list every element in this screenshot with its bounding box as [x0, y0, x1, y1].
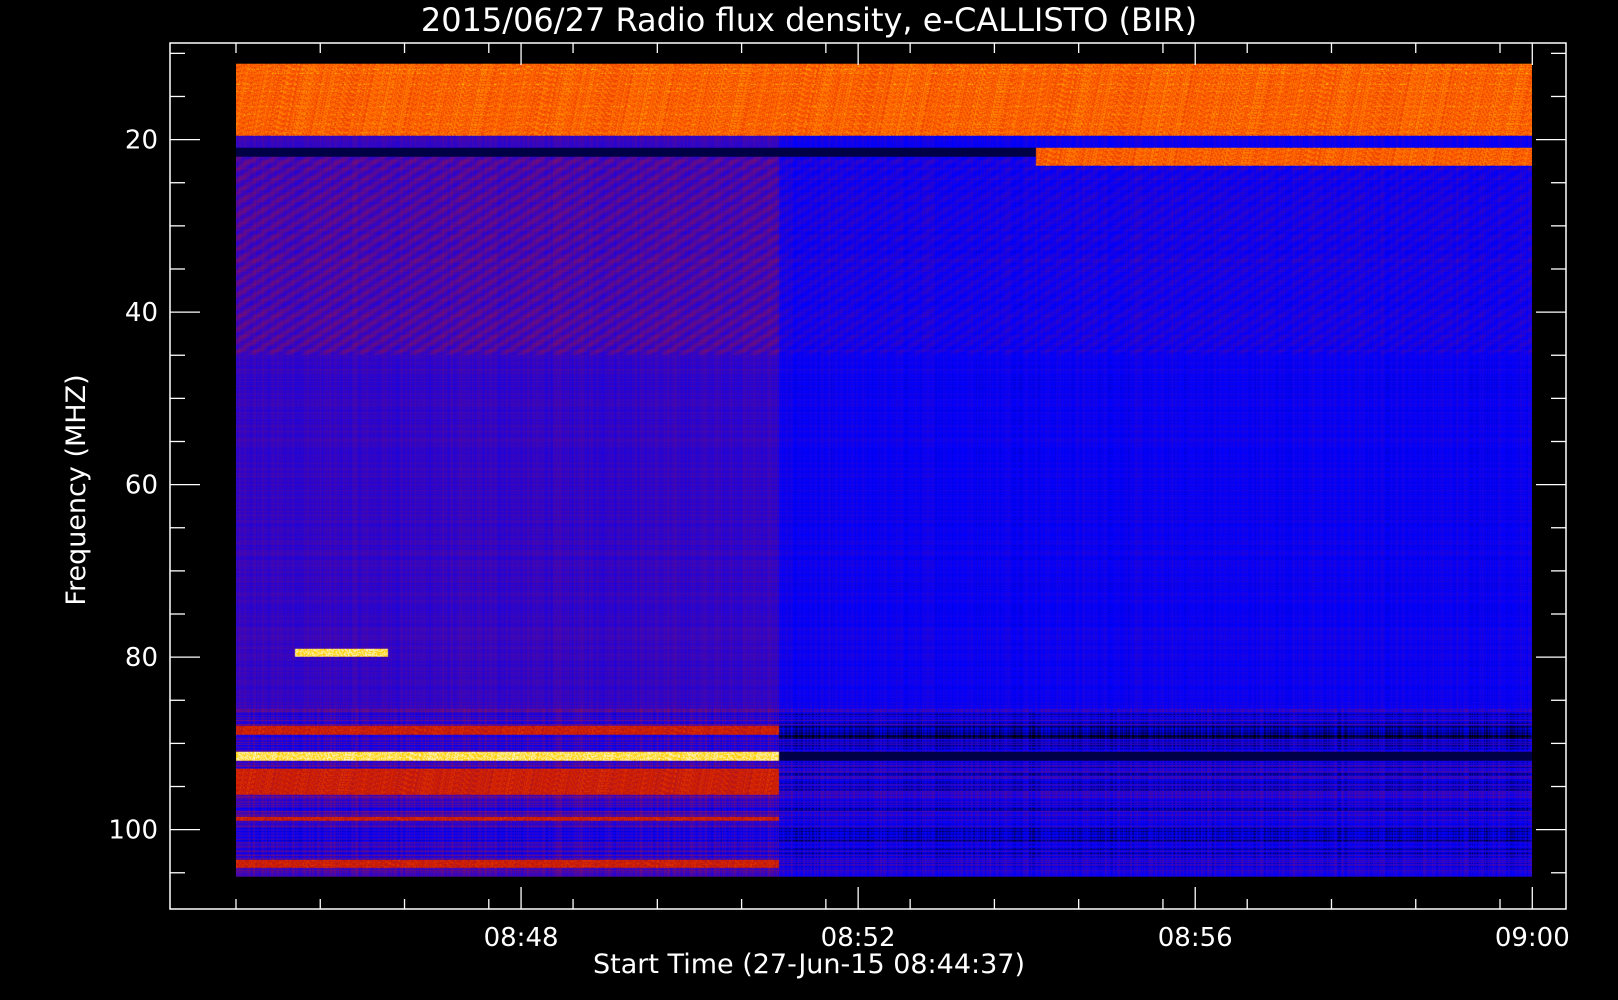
x-tick-label: 08:56	[1158, 923, 1233, 953]
y-tick-label: 20	[125, 126, 158, 156]
chart-title: 2015/06/27 Radio flux density, e-CALLIST…	[421, 1, 1197, 39]
y-tick-label: 60	[125, 471, 158, 501]
y-tick-label: 80	[125, 643, 158, 673]
x-axis-label: Start Time (27-Jun-15 08:44:37)	[593, 949, 1025, 980]
y-tick-label: 40	[125, 298, 158, 328]
x-tick-label: 09:00	[1495, 923, 1570, 953]
spectrogram-heatmap	[235, 63, 1532, 877]
x-tick-label: 08:48	[484, 923, 559, 953]
spectrogram-figure: 2015/06/27 Radio flux density, e-CALLIST…	[61, 1, 1570, 980]
y-tick-label: 100	[108, 816, 158, 846]
y-axis-label: Frequency (MHZ)	[61, 374, 92, 605]
